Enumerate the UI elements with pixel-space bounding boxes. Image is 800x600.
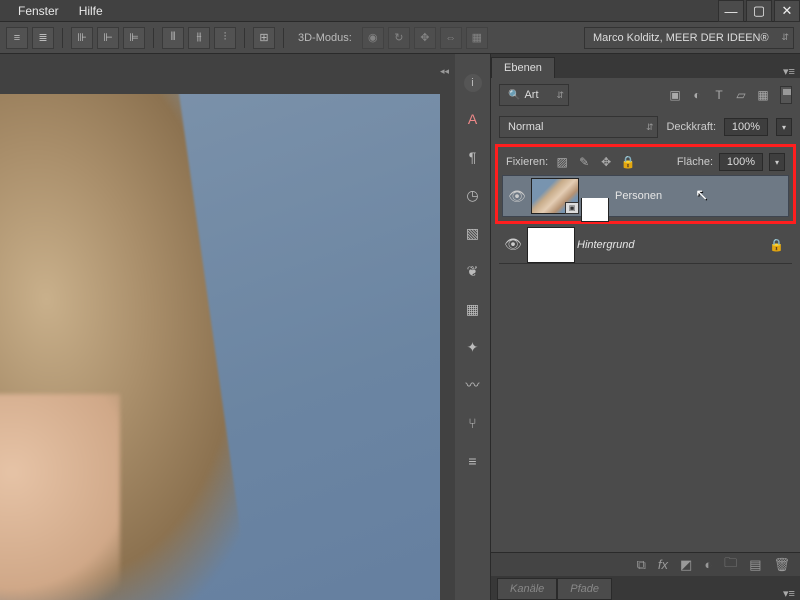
layers-panel: 🔍Art ▣ ◐ T ▱ ▦ Normal Deckkraft: 100% ▾ bbox=[491, 78, 800, 600]
bottom-panel-tabs: Kanäle Pfade ▾≡ bbox=[491, 576, 800, 600]
new-layer-icon[interactable]: ▤ bbox=[749, 557, 761, 573]
filter-shape-icon[interactable]: ▱ bbox=[732, 86, 750, 104]
visibility-eye-icon[interactable]: 👁 bbox=[499, 236, 527, 253]
mode3d-label: 3D-Modus: bbox=[298, 32, 352, 44]
fill-label: Fläche: bbox=[677, 156, 713, 168]
adjustment-icon[interactable]: ◐ bbox=[704, 557, 712, 572]
lock-all-icon[interactable]: 🔒 bbox=[620, 154, 636, 170]
fx-icon[interactable]: fx bbox=[658, 557, 668, 572]
fill-value[interactable]: 100% bbox=[719, 153, 763, 171]
character-icon[interactable]: ¶ bbox=[462, 146, 484, 168]
visibility-eye-icon[interactable]: 👁 bbox=[503, 188, 531, 205]
layer-name[interactable]: Hintergrund bbox=[577, 239, 634, 251]
align-icon[interactable]: ≣ bbox=[32, 27, 54, 49]
right-panels: Ebenen ▾≡ 🔍Art ▣ ◐ T ▱ ▦ Normal bbox=[491, 54, 800, 600]
text-icon[interactable]: A bbox=[462, 108, 484, 130]
lock-icon: 🔒 bbox=[769, 238, 784, 252]
panel-menu-icon[interactable]: ▾≡ bbox=[778, 65, 800, 78]
panel-tabs: Ebenen ▾≡ bbox=[491, 54, 800, 78]
distribute-icon[interactable]: ⊩ bbox=[97, 27, 119, 49]
swatches-icon[interactable]: ❦ bbox=[462, 260, 484, 282]
panel-rail: i A ¶ ◷ ▧ ❦ ▦ ✦ 〰 ⑂ ≡ bbox=[455, 54, 491, 600]
lock-pixels-icon[interactable]: ✎ bbox=[576, 154, 592, 170]
user-dropdown[interactable]: Marco Kolditz, MEER DER IDEEN® bbox=[584, 27, 794, 49]
canvas[interactable] bbox=[0, 94, 440, 600]
lock-position-icon[interactable]: ✥ bbox=[598, 154, 614, 170]
image-content bbox=[0, 94, 440, 600]
layer-name[interactable]: Personen bbox=[615, 190, 662, 202]
layers-icon[interactable]: ▧ bbox=[462, 222, 484, 244]
filter-smart-icon[interactable]: ▦ bbox=[754, 86, 772, 104]
panel-menu-icon[interactable]: ▾≡ bbox=[778, 587, 800, 600]
brush-icon[interactable]: 〰 bbox=[462, 374, 484, 396]
collapse-icon[interactable]: ◂◂ bbox=[440, 66, 449, 77]
group-icon[interactable]: 🗀 bbox=[724, 554, 737, 576]
filter-adjust-icon[interactable]: ◐ bbox=[688, 86, 706, 104]
menu-hilfe[interactable]: Hilfe bbox=[69, 4, 113, 18]
info-icon[interactable]: i bbox=[464, 74, 482, 92]
options-bar: ≡ ≣ ⊪ ⊩ ⊫ ⫴ ⫵ ⫶ ⊞ 3D-Modus: ◉ ↻ ✥ ⇔ ▦ Ma… bbox=[0, 22, 800, 54]
tab-kanaele[interactable]: Kanäle bbox=[497, 578, 557, 600]
lock-transparent-icon[interactable]: ▨ bbox=[554, 154, 570, 170]
lock-label: Fixieren: bbox=[506, 156, 548, 168]
opacity-label: Deckkraft: bbox=[666, 121, 716, 133]
zoom-icon[interactable]: ▦ bbox=[466, 27, 488, 49]
clock-icon[interactable]: ◷ bbox=[462, 184, 484, 206]
filter-toggle[interactable] bbox=[780, 86, 792, 104]
opacity-dropdown-icon[interactable]: ▾ bbox=[776, 118, 792, 136]
fill-dropdown-icon[interactable]: ▾ bbox=[769, 153, 785, 171]
pan-icon[interactable]: ✥ bbox=[414, 27, 436, 49]
opacity-value[interactable]: 100% bbox=[724, 118, 768, 136]
tab-ebenen[interactable]: Ebenen bbox=[491, 57, 555, 78]
distribute-icon[interactable]: ⫴ bbox=[162, 27, 184, 49]
filter-pixel-icon[interactable]: ▣ bbox=[666, 86, 684, 104]
distribute-icon[interactable]: ⊫ bbox=[123, 27, 145, 49]
distribute-icon[interactable]: ⊪ bbox=[71, 27, 93, 49]
blend-mode-dropdown[interactable]: Normal bbox=[499, 116, 658, 138]
trash-icon[interactable]: 🗑 bbox=[773, 557, 790, 573]
maximize-button[interactable]: ▢ bbox=[746, 0, 772, 22]
align-icon[interactable]: ≡ bbox=[6, 27, 28, 49]
layer-row[interactable]: 👁 Hintergrund 🔒 bbox=[499, 226, 792, 264]
menu-fenster[interactable]: Fenster bbox=[8, 4, 69, 18]
layer-row[interactable]: 👁 ▣ Personen bbox=[502, 175, 789, 217]
close-button[interactable]: ✕ bbox=[774, 0, 800, 22]
slide-icon[interactable]: ⇔ bbox=[440, 27, 462, 49]
layer-thumbnail[interactable] bbox=[527, 227, 575, 263]
highlighted-region: Fixieren: ▨ ✎ ✥ 🔒 Fläche: 100% ▾ 👁 bbox=[495, 144, 796, 224]
distribute-icon[interactable]: ⫵ bbox=[188, 27, 210, 49]
styles-icon[interactable]: ▦ bbox=[462, 298, 484, 320]
roll-icon[interactable]: ↻ bbox=[388, 27, 410, 49]
layer-filter-dropdown[interactable]: 🔍Art bbox=[499, 84, 569, 106]
tab-pfade[interactable]: Pfade bbox=[557, 578, 612, 600]
distribute-icon[interactable]: ⫶ bbox=[214, 27, 236, 49]
extra-thumbnail bbox=[581, 198, 609, 222]
menu-bar: Fenster Hilfe bbox=[0, 0, 800, 22]
minimize-button[interactable]: — bbox=[718, 0, 744, 22]
layer-thumbnail[interactable]: ▣ bbox=[531, 178, 579, 214]
document-area: ◂◂ bbox=[0, 54, 455, 600]
orbit-icon[interactable]: ◉ bbox=[362, 27, 384, 49]
layers-footer: ⧉ fx ◩ ◐ 🗀 ▤ 🗑 bbox=[491, 552, 800, 576]
smart-object-badge-icon: ▣ bbox=[565, 202, 579, 214]
window-controls: — ▢ ✕ bbox=[716, 0, 800, 22]
preset-icon[interactable]: ≡ bbox=[462, 450, 484, 472]
mask-icon[interactable]: ◩ bbox=[680, 557, 692, 573]
adjust-icon[interactable]: ✦ bbox=[462, 336, 484, 358]
clone-icon[interactable]: ⑂ bbox=[462, 412, 484, 434]
auto-align-icon[interactable]: ⊞ bbox=[253, 27, 275, 49]
filter-text-icon[interactable]: T bbox=[710, 86, 728, 104]
link-icon[interactable]: ⧉ bbox=[637, 557, 646, 573]
